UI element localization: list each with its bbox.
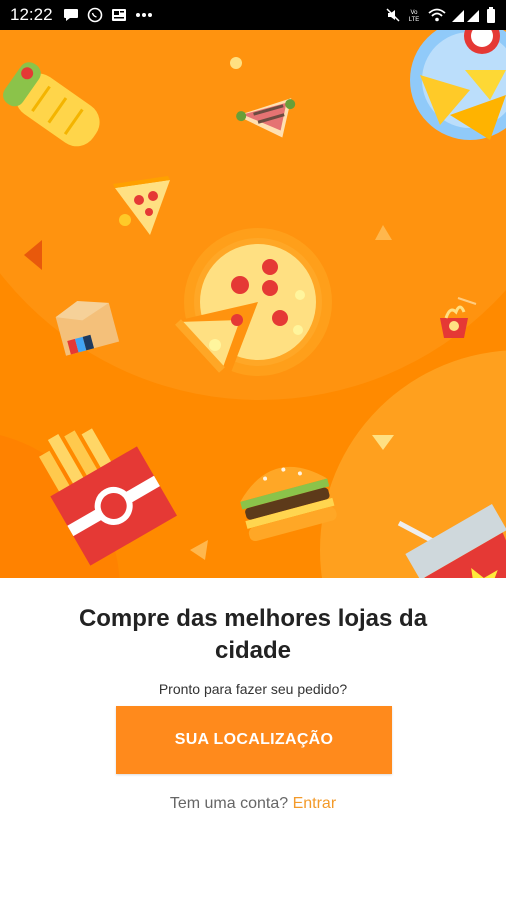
login-link[interactable]: Entrar: [293, 795, 337, 812]
account-prompt-text: Tem uma conta?: [169, 795, 289, 812]
svg-text:LTE: LTE: [409, 17, 420, 22]
mute-icon: [386, 8, 400, 22]
status-bar: 12:22 Vo LTE: [0, 0, 506, 30]
hero-illustration: [0, 30, 506, 578]
volte-icon: VoLTE: [406, 8, 422, 22]
wifi-icon: [428, 8, 446, 22]
signal-icon: [452, 10, 479, 22]
battery-icon: [487, 7, 495, 23]
more-dots-icon: [135, 13, 152, 17]
status-time: 12:22: [10, 5, 53, 24]
headline: Compre das melhores lojas da cidade: [78, 605, 428, 664]
dot-decoration: [230, 57, 242, 69]
message-icon: [63, 9, 78, 21]
location-button[interactable]: SUA LOCALIZAÇÃO: [116, 706, 392, 774]
subtitle: Pronto para fazer seu pedido?: [158, 681, 348, 697]
svg-text:Vo: Vo: [410, 10, 418, 16]
whatsapp-icon: [87, 7, 102, 23]
onboarding-panel: Compre das melhores lojas da cidade Pron…: [0, 578, 506, 900]
news-icon: [111, 9, 126, 21]
food-illustration: [0, 30, 506, 578]
account-prompt: Tem uma conta? Entrar: [0, 795, 506, 813]
